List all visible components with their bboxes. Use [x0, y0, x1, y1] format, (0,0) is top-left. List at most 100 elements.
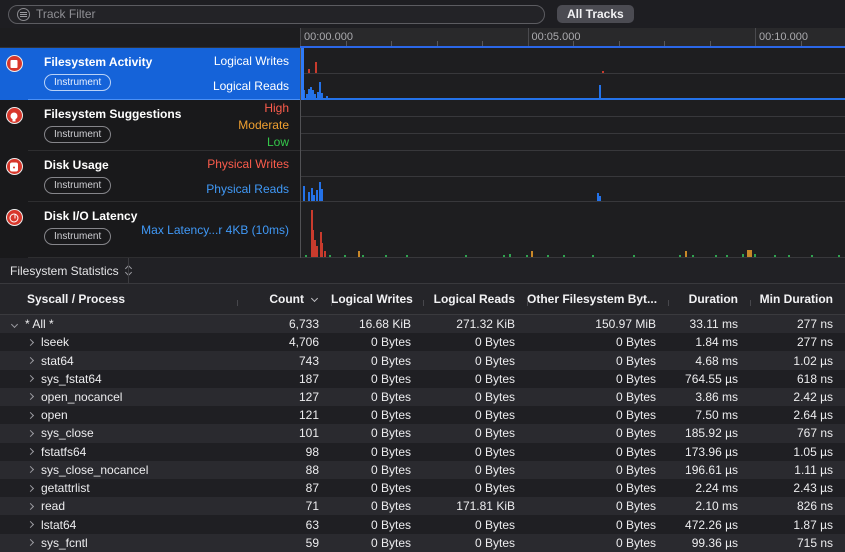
spike: [563, 255, 565, 258]
statistics-table-body: * All *6,73316.68 KiB271.32 KiB150.97 Mi…: [0, 315, 845, 552]
table-row[interactable]: sys_close1010 Bytes0 Bytes0 Bytes185.92 …: [0, 424, 845, 442]
column-header[interactable]: Min Duration: [750, 292, 845, 306]
logical-reads-cell: 171.81 KiB: [423, 499, 527, 513]
playhead[interactable]: [301, 48, 304, 100]
spike: [313, 195, 315, 201]
table-row[interactable]: * All *6,73316.68 KiB271.32 KiB150.97 Mi…: [0, 315, 845, 333]
ruler-scale[interactable]: 00:00.00000:05.00000:10.000: [300, 28, 845, 48]
logical-writes-cell: 0 Bytes: [331, 408, 423, 422]
disclosure-closed-icon[interactable]: [27, 521, 34, 528]
spike: [303, 186, 305, 201]
logical-reads-cell: 0 Bytes: [423, 390, 527, 404]
table-row[interactable]: lstat64630 Bytes0 Bytes0 Bytes472.26 µs1…: [0, 515, 845, 533]
spike: [362, 255, 364, 258]
spike: [503, 255, 505, 258]
duration-cell: 196.61 µs: [668, 463, 750, 477]
spike: [308, 192, 310, 201]
spike: [547, 255, 549, 258]
track-filter-input[interactable]: [36, 7, 536, 21]
other-bytes-cell: 0 Bytes: [527, 426, 668, 440]
logical-reads-cell: 271.32 KiB: [423, 317, 527, 331]
spike: [321, 189, 323, 201]
column-header[interactable]: Logical Writes: [331, 292, 423, 306]
ruler-label: 00:10.000: [759, 31, 808, 43]
instrument-badge: Instrument: [44, 228, 111, 245]
ruler-tick: [710, 41, 711, 46]
track-chart[interactable]: [300, 202, 845, 258]
track-chart[interactable]: [300, 100, 845, 151]
column-header[interactable]: Other Filesystem Byt...: [527, 292, 668, 306]
disclosure-closed-icon[interactable]: [27, 485, 34, 492]
table-row[interactable]: fstatfs64980 Bytes0 Bytes0 Bytes173.96 µ…: [0, 443, 845, 461]
table-row[interactable]: getattrlist870 Bytes0 Bytes0 Bytes2.24 m…: [0, 479, 845, 497]
table-row[interactable]: open1210 Bytes0 Bytes0 Bytes7.50 ms2.64 …: [0, 406, 845, 424]
table-row[interactable]: lseek4,7060 Bytes0 Bytes0 Bytes1.84 ms27…: [0, 333, 845, 351]
track-row[interactable]: Filesystem SuggestionsInstrumentHighMode…: [0, 100, 845, 151]
disclosure-open-icon[interactable]: [11, 321, 18, 328]
syscall-name: getattrlist: [41, 481, 90, 495]
count-cell: 71: [237, 499, 331, 513]
track-label-area[interactable]: Disk UsageInstrumentPhysical WritesPhysi…: [28, 151, 300, 202]
other-bytes-cell: 0 Bytes: [527, 536, 668, 550]
min-duration-cell: 1.87 µs: [750, 518, 845, 532]
min-duration-cell: 715 ns: [750, 536, 845, 550]
table-row[interactable]: sys_fstat641870 Bytes0 Bytes0 Bytes764.5…: [0, 370, 845, 388]
disclosure-closed-icon[interactable]: [27, 357, 34, 364]
track-filter-field[interactable]: [8, 5, 545, 24]
disclosure-closed-icon[interactable]: [27, 412, 34, 419]
disclosure-closed-icon[interactable]: [27, 503, 34, 510]
spike: [509, 254, 511, 257]
ruler-tick: [300, 28, 301, 46]
track-label-area[interactable]: Disk I/O LatencyInstrumentMax Latency...…: [28, 202, 300, 258]
spike: [314, 94, 316, 98]
column-header[interactable]: Logical Reads: [423, 292, 527, 306]
spike: [321, 93, 323, 98]
disclosure-closed-icon[interactable]: [27, 466, 34, 473]
syscall-name: lstat64: [41, 518, 76, 532]
track-row[interactable]: Disk I/O LatencyInstrumentMax Latency...…: [0, 202, 845, 258]
ruler-label: 00:05.000: [532, 31, 581, 43]
lane-label: Moderate: [238, 117, 289, 134]
disclosure-closed-icon[interactable]: [27, 448, 34, 455]
table-row[interactable]: open_nocancel1270 Bytes0 Bytes0 Bytes3.8…: [0, 388, 845, 406]
track-chart[interactable]: [300, 151, 845, 202]
track-row[interactable]: Filesystem ActivityInstrumentLogical Wri…: [0, 48, 845, 100]
logical-writes-cell: 16.68 KiB: [331, 317, 423, 331]
spike: [811, 255, 813, 258]
column-header[interactable]: Duration: [668, 292, 750, 306]
disclosure-closed-icon[interactable]: [27, 539, 34, 546]
duration-cell: 764.55 µs: [668, 372, 750, 386]
min-duration-cell: 2.64 µs: [750, 408, 845, 422]
column-header[interactable]: Syscall / Process: [0, 292, 237, 306]
disclosure-closed-icon[interactable]: [27, 375, 34, 382]
table-row[interactable]: stat647430 Bytes0 Bytes0 Bytes4.68 ms1.0…: [0, 351, 845, 369]
statistics-jump-bar[interactable]: Filesystem Statistics: [0, 258, 845, 284]
ruler-tick: [664, 41, 665, 46]
disclosure-closed-icon[interactable]: [27, 430, 34, 437]
spike: [679, 255, 681, 258]
count-cell: 63: [237, 518, 331, 532]
spike: [465, 255, 467, 258]
track-label-area[interactable]: Filesystem ActivityInstrumentLogical Wri…: [28, 48, 300, 100]
disclosure-closed-icon[interactable]: [27, 393, 34, 400]
table-row[interactable]: sys_close_nocancel880 Bytes0 Bytes0 Byte…: [0, 461, 845, 479]
chart-lane: [301, 74, 845, 100]
timeline-ruler[interactable]: 00:00.00000:05.00000:10.000: [0, 28, 845, 48]
track-row[interactable]: Disk UsageInstrumentPhysical WritesPhysi…: [0, 151, 845, 202]
count-cell: 101: [237, 426, 331, 440]
track-chart[interactable]: [300, 48, 845, 100]
spike: [726, 255, 728, 258]
table-row[interactable]: sys_fcntl590 Bytes0 Bytes0 Bytes99.36 µs…: [0, 534, 845, 552]
track-label-area[interactable]: Filesystem SuggestionsInstrumentHighMode…: [28, 100, 300, 151]
table-row[interactable]: read710 Bytes171.81 KiB0 Bytes2.10 ms826…: [0, 497, 845, 515]
count-cell: 121: [237, 408, 331, 422]
spike: [788, 255, 790, 258]
min-duration-cell: 826 ns: [750, 499, 845, 513]
all-tracks-button[interactable]: All Tracks: [557, 5, 634, 23]
column-header[interactable]: Count: [237, 292, 331, 306]
spike: [685, 251, 687, 257]
spike: [747, 250, 752, 257]
lane-label: Logical Reads: [213, 74, 289, 100]
disclosure-closed-icon[interactable]: [27, 339, 34, 346]
ruler-left-spacer: [0, 28, 300, 48]
